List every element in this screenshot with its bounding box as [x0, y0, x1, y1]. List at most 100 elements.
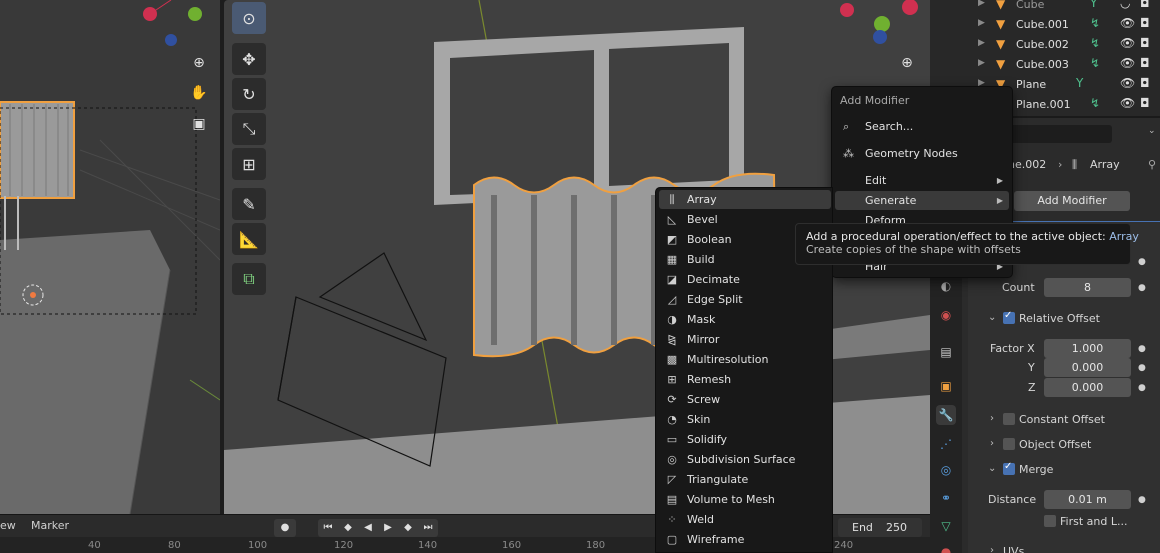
visibility-eye-icon[interactable]: 👁: [1120, 36, 1135, 50]
marker-menu[interactable]: Marker: [31, 519, 69, 532]
modifier-tab-icon[interactable]: 🔧: [936, 405, 956, 425]
menu-item-skin[interactable]: ◔ Skin: [659, 410, 831, 429]
render-camera-icon[interactable]: ◘: [1140, 36, 1150, 50]
menu-geometry-nodes[interactable]: ⁂ Geometry Nodes: [835, 144, 1009, 163]
menu-item-array[interactable]: ⫼ Array: [659, 190, 831, 209]
jump-start-button[interactable]: ⏮: [318, 519, 338, 537]
menu-edit[interactable]: Edit ▶: [835, 171, 1009, 190]
collapse-chevron-icon[interactable]: ⌄: [1148, 126, 1156, 136]
constraints-tab-icon[interactable]: ⚭: [936, 488, 956, 508]
menu-item-solidify[interactable]: ▭ Solidify: [659, 430, 831, 449]
keyframe-dot-icon[interactable]: ●: [1138, 257, 1146, 267]
menu-generate[interactable]: Generate ▶: [835, 191, 1009, 210]
first-last-checkbox[interactable]: [1044, 515, 1056, 527]
keyframe-dot-icon[interactable]: ●: [1138, 283, 1146, 293]
physics-tab-icon[interactable]: ◐: [936, 276, 956, 296]
expand-arrow-icon[interactable]: ▶: [978, 0, 985, 8]
menu-item-triangulate[interactable]: ◸ Triangulate: [659, 470, 831, 489]
object-name[interactable]: Cube: [1016, 0, 1044, 11]
pin-icon[interactable]: ⚲: [1148, 158, 1156, 171]
distance-field[interactable]: 0.01 m: [1044, 490, 1131, 509]
zoom-icon[interactable]: ⊕: [187, 51, 211, 75]
relative-offset-checkbox[interactable]: [1003, 310, 1015, 324]
object-name[interactable]: Plane: [1016, 78, 1046, 91]
left-viewport[interactable]: ⊕ ✋ ▣: [0, 0, 220, 514]
visibility-eye-icon[interactable]: 👁: [1120, 16, 1135, 30]
factor-x-field[interactable]: 1.000: [1044, 339, 1131, 358]
object-offset-checkbox[interactable]: [1003, 438, 1015, 450]
expand-chevron-icon[interactable]: ›: [990, 545, 994, 553]
outliner-row[interactable]: ▶ ▼ Cube.001 ↯ 👁 ◘: [930, 14, 1160, 34]
menu-item-volume-to-mesh[interactable]: ▤ Volume to Mesh: [659, 490, 831, 509]
physics-tab-icon[interactable]: ◎: [936, 460, 956, 480]
menu-item-screw[interactable]: ⟳ Screw: [659, 390, 831, 409]
rotate-tool-button[interactable]: ↻: [232, 78, 266, 110]
count-field[interactable]: 8: [1044, 278, 1131, 297]
outliner-row[interactable]: ▶ ▼ Cube.002 ↯ 👁 ◘: [930, 34, 1160, 54]
move-tool-button[interactable]: ✥: [232, 43, 266, 75]
material-tab-icon[interactable]: ●: [936, 542, 956, 553]
menu-item-wireframe[interactable]: ▢ Wireframe: [659, 530, 831, 549]
next-keyframe-button[interactable]: ◆: [398, 519, 418, 537]
object-name[interactable]: Cube.003: [1016, 58, 1069, 71]
object-name[interactable]: Plane.001: [1016, 98, 1071, 111]
collection-tab-icon[interactable]: ▤: [936, 342, 956, 362]
render-camera-icon[interactable]: ◘: [1140, 56, 1150, 70]
pan-hand-icon[interactable]: ✋: [187, 81, 211, 105]
menu-item-weld[interactable]: ⁘ Weld: [659, 510, 831, 529]
object-name[interactable]: Cube.002: [1016, 38, 1069, 51]
keyframe-dot-icon[interactable]: ●: [1138, 495, 1146, 505]
play-reverse-button[interactable]: ◀: [358, 519, 378, 537]
y-field[interactable]: 0.000: [1044, 358, 1131, 377]
jump-end-button[interactable]: ⏭: [418, 519, 438, 537]
expand-chevron-icon[interactable]: ⌄: [988, 463, 996, 474]
add-modifier-button[interactable]: Add Modifier: [1014, 191, 1130, 211]
expand-chevron-icon[interactable]: ⌄: [988, 312, 996, 323]
render-camera-icon[interactable]: ◘: [1140, 96, 1150, 110]
menu-item-edge-split[interactable]: ◿ Edge Split: [659, 290, 831, 309]
view-menu[interactable]: ew: [0, 519, 16, 532]
render-camera-icon[interactable]: ◘: [1140, 76, 1150, 90]
measure-tool-button[interactable]: 📐: [232, 223, 266, 255]
world-tab-icon[interactable]: ◉: [936, 305, 956, 325]
zoom-icon[interactable]: ⊕: [895, 51, 919, 75]
menu-item-mask[interactable]: ◑ Mask: [659, 310, 831, 329]
properties-search-field[interactable]: [1002, 125, 1112, 143]
end-frame-field[interactable]: End 250: [838, 518, 922, 537]
keyframe-dot-icon[interactable]: ●: [1138, 383, 1146, 393]
scale-tool-button[interactable]: ⤡: [232, 113, 266, 145]
visibility-eye-icon[interactable]: ◡: [1120, 0, 1130, 10]
add-cube-tool-button[interactable]: ⧉: [232, 263, 266, 295]
data-tab-icon[interactable]: ▽: [936, 516, 956, 536]
camera-view-icon[interactable]: ▣: [187, 112, 211, 136]
menu-search[interactable]: ⌕ Search...: [835, 117, 1009, 136]
z-field[interactable]: 0.000: [1044, 378, 1131, 397]
keyframe-dot-button[interactable]: ●: [274, 519, 296, 537]
keyframe-dot-icon[interactable]: ●: [1138, 363, 1146, 373]
render-camera-icon[interactable]: ◘: [1140, 16, 1150, 30]
menu-item-subdivision-surface[interactable]: ◎ Subdivision Surface: [659, 450, 831, 469]
keyframe-dot-icon[interactable]: ●: [1138, 344, 1146, 354]
object-name[interactable]: Cube.001: [1016, 18, 1069, 31]
constant-offset-checkbox[interactable]: [1003, 413, 1015, 425]
annotate-tool-button[interactable]: ✎: [232, 188, 266, 220]
expand-arrow-icon[interactable]: ▶: [978, 18, 985, 28]
menu-item-decimate[interactable]: ◪ Decimate: [659, 270, 831, 289]
cursor-tool-button[interactable]: ⊙: [232, 2, 266, 34]
render-camera-icon[interactable]: ◘: [1140, 0, 1150, 10]
expand-arrow-icon[interactable]: ▶: [978, 38, 985, 48]
menu-item-remesh[interactable]: ⊞ Remesh: [659, 370, 831, 389]
object-tab-icon[interactable]: ▣: [936, 376, 956, 396]
menu-item-multiresolution[interactable]: ▩ Multiresolution: [659, 350, 831, 369]
transform-tool-button[interactable]: ⊞: [232, 148, 266, 180]
merge-checkbox[interactable]: [1003, 461, 1015, 475]
outliner-row[interactable]: ▶ ▼ Cube.003 ↯ 👁 ◘: [930, 54, 1160, 74]
expand-arrow-icon[interactable]: ▶: [978, 58, 985, 68]
visibility-eye-icon[interactable]: 👁: [1120, 96, 1135, 110]
visibility-eye-icon[interactable]: 👁: [1120, 56, 1135, 70]
play-button[interactable]: ▶: [378, 519, 398, 537]
particles-tab-icon[interactable]: ⋰: [936, 434, 956, 454]
expand-chevron-icon[interactable]: ›: [990, 413, 994, 424]
outliner-row[interactable]: ▶ ▼ Cube Y ◡ ◘: [930, 0, 1160, 14]
menu-item-mirror[interactable]: ⧎ Mirror: [659, 330, 831, 349]
